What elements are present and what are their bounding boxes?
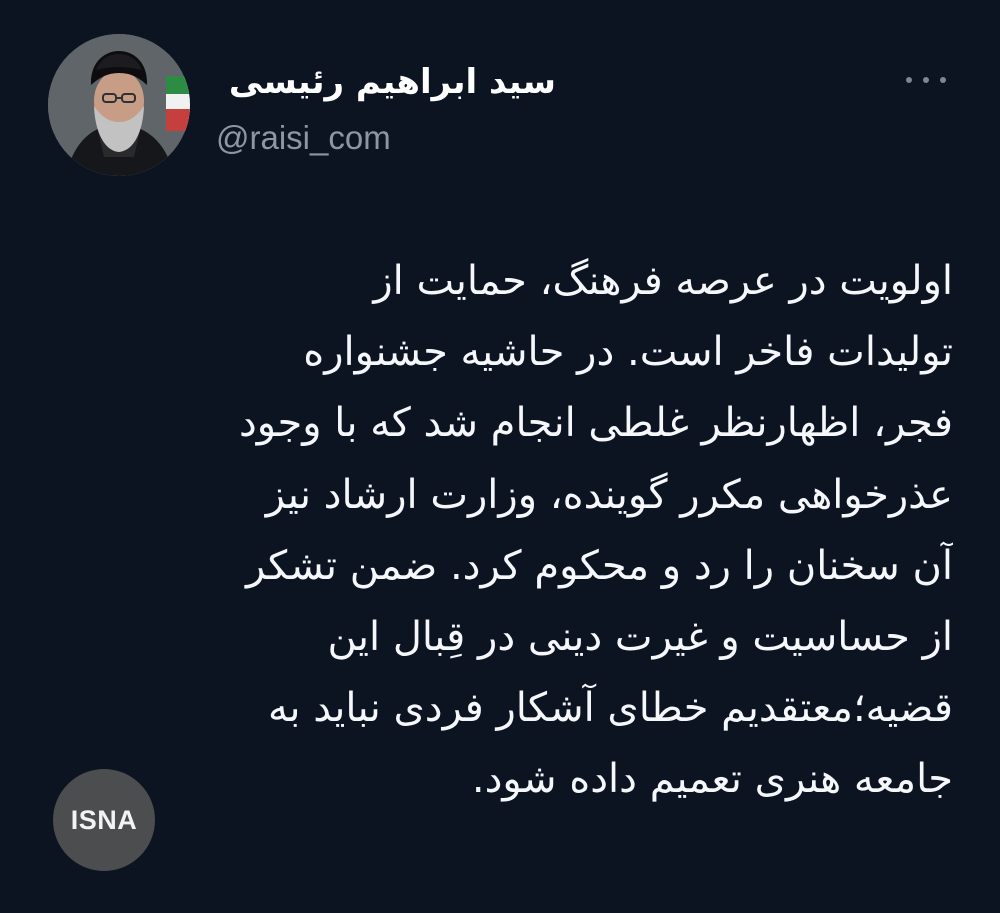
display-name[interactable]: سید ابراهیم رئیسی: [229, 56, 556, 108]
tweet-card: سید ابراهیم رئیسی @raisi_com اولویت در ع…: [0, 0, 1000, 913]
profile-photo-icon: [48, 34, 190, 176]
more-dot: [906, 77, 912, 83]
tweet-line: جامعه هنری تعمیم داده شود.: [471, 756, 953, 803]
watermark-label: ISNA: [70, 804, 138, 835]
tweet-line: اولویت در عرصه فرهنگ، حمایت از: [373, 258, 953, 304]
tweet-line: قضیه؛معتقدیم خطای آشکار فردی نباید به: [267, 685, 953, 732]
more-dot: [940, 77, 946, 83]
tweet-line: تولیدات فاخر است. در حاشیه جشنواره: [303, 329, 953, 376]
avatar[interactable]: [48, 34, 190, 176]
user-info[interactable]: سید ابراهیم رئیسی @raisi_com: [216, 56, 556, 166]
tweet-text: اولویت در عرصه فرهنگ، حمایت از تولیدات ف…: [48, 246, 953, 846]
more-options-icon[interactable]: [906, 70, 946, 90]
more-dot: [923, 77, 929, 83]
tweet-line: از حساسیت و غیرت دینی در قِبال این: [327, 613, 953, 660]
tweet-line: فجر، اظهارنظر غلطی انجام شد که با وجود: [238, 400, 953, 447]
tweet-line: عذرخواهی مکرر گوینده، وزارت ارشاد نیز: [265, 471, 953, 518]
user-handle[interactable]: @raisi_com: [216, 116, 391, 160]
isna-watermark: ISNA: [53, 769, 155, 871]
tweet-line: آن سخنان را رد و محکوم کرد. ضمن تشکر: [246, 542, 953, 589]
